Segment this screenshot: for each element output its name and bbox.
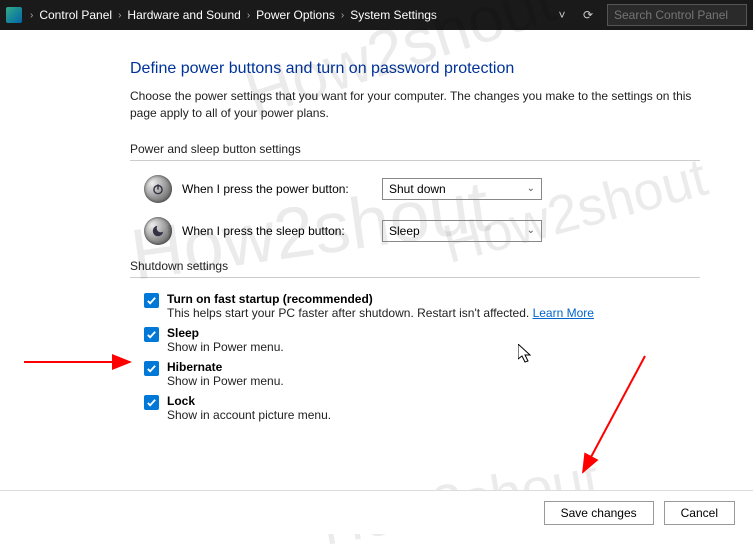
fast-startup-sub: This helps start your PC faster after sh… (167, 306, 533, 320)
cancel-button[interactable]: Cancel (664, 501, 735, 525)
save-button[interactable]: Save changes (544, 501, 654, 525)
history-dropdown-button[interactable]: ˅ (551, 4, 573, 26)
page-description: Choose the power settings that you want … (130, 88, 700, 122)
chevron-right-icon: › (247, 10, 250, 21)
footer-bar: Save changes Cancel (0, 490, 753, 534)
breadcrumb-item-system-settings[interactable]: System Settings (350, 8, 437, 22)
sleep-button-label: When I press the sleep button: (182, 224, 382, 238)
fast-startup-row: Turn on fast startup (recommended) This … (144, 292, 700, 320)
section-shutdown-label: Shutdown settings (130, 259, 700, 278)
hibernate-checkbox[interactable] (144, 361, 159, 376)
sleep-button-value: Sleep (389, 224, 420, 238)
hibernate-sub: Show in Power menu. (167, 374, 284, 388)
sleep-sub: Show in Power menu. (167, 340, 284, 354)
chevron-down-icon: ⌄ (527, 225, 535, 236)
breadcrumb-item-hw[interactable]: Hardware and Sound (127, 8, 240, 22)
sleep-checkbox[interactable] (144, 327, 159, 342)
sleep-button-select[interactable]: Sleep ⌄ (382, 220, 542, 242)
chevron-right-icon: › (341, 10, 344, 21)
control-panel-icon (6, 7, 22, 23)
search-input[interactable] (607, 4, 747, 26)
fast-startup-title: Turn on fast startup (recommended) (167, 292, 373, 306)
lock-sub: Show in account picture menu. (167, 408, 331, 422)
fast-startup-checkbox[interactable] (144, 293, 159, 308)
chevron-right-icon: › (118, 10, 121, 21)
breadcrumb: › Control Panel › Hardware and Sound › P… (28, 8, 437, 22)
power-button-value: Shut down (389, 182, 446, 196)
breadcrumb-item-cp[interactable]: Control Panel (39, 8, 112, 22)
refresh-button[interactable]: ⟳ (577, 4, 599, 26)
power-icon (144, 175, 172, 203)
chevron-right-icon: › (30, 10, 33, 21)
sleep-icon (144, 217, 172, 245)
learn-more-link[interactable]: Learn More (533, 306, 594, 320)
annotation-arrow-icon (575, 350, 655, 480)
chevron-down-icon: ⌄ (527, 183, 535, 194)
page-title: Define power buttons and turn on passwor… (130, 60, 700, 78)
power-button-row: When I press the power button: Shut down… (144, 175, 700, 203)
section-power-sleep-label: Power and sleep button settings (130, 142, 700, 161)
power-button-select[interactable]: Shut down ⌄ (382, 178, 542, 200)
breadcrumb-item-power[interactable]: Power Options (256, 8, 335, 22)
annotation-arrow-icon (20, 350, 140, 374)
hibernate-title: Hibernate (167, 360, 222, 374)
sleep-title: Sleep (167, 326, 199, 340)
sleep-button-row: When I press the sleep button: Sleep ⌄ (144, 217, 700, 245)
address-bar: › Control Panel › Hardware and Sound › P… (0, 0, 753, 30)
lock-title: Lock (167, 394, 195, 408)
lock-checkbox[interactable] (144, 395, 159, 410)
power-button-label: When I press the power button: (182, 182, 382, 196)
